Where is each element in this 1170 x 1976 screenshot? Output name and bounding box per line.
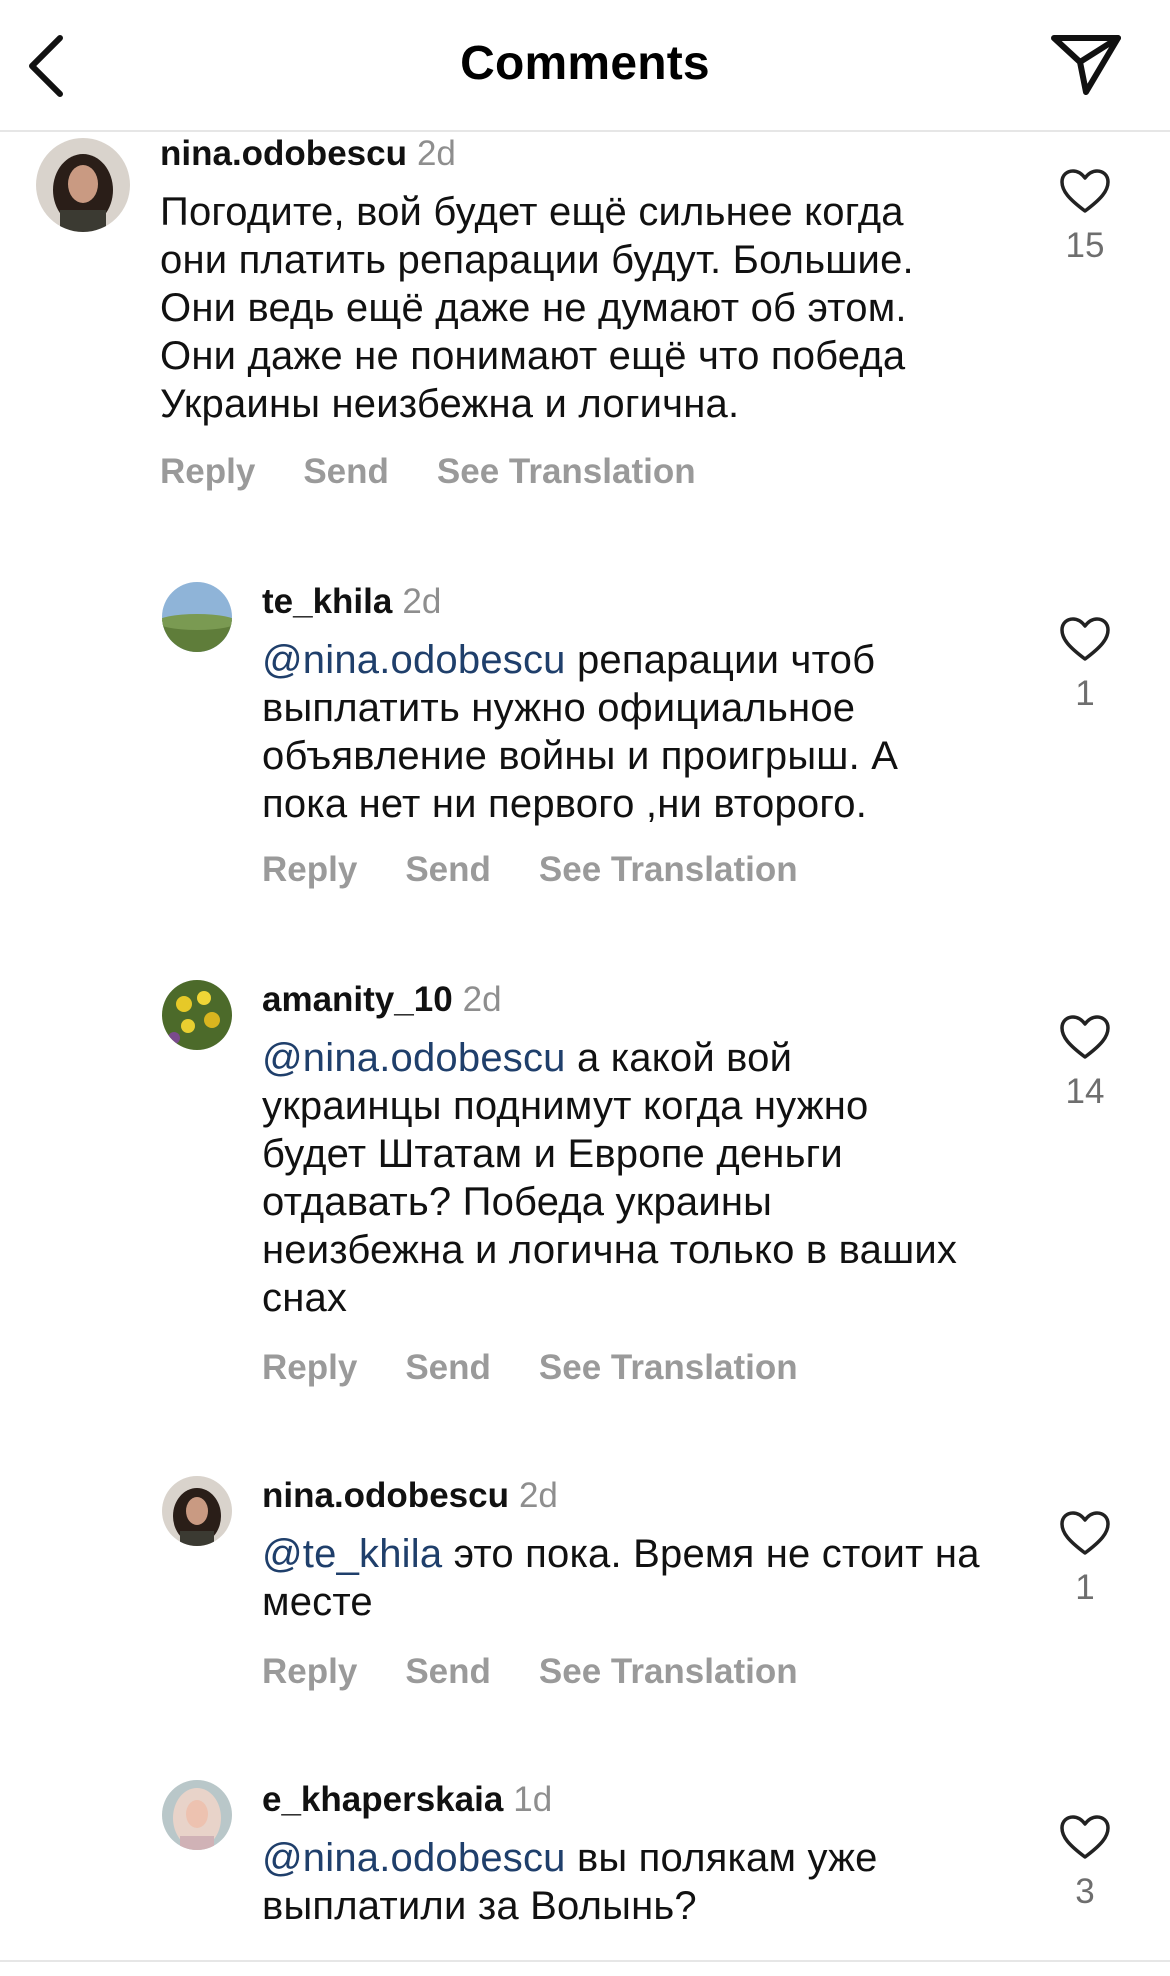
comment-actions: Reply Send See Translation [262, 1652, 798, 1692]
timestamp: 2d [402, 582, 442, 621]
reply-button[interactable]: Reply [262, 1652, 357, 1691]
divider [0, 1960, 1170, 1962]
comment-author-line: nina.odobescu 2d [262, 1476, 558, 1516]
avatar[interactable] [162, 980, 232, 1050]
timestamp: 2d [518, 1476, 558, 1515]
like-control: 15 [1055, 168, 1115, 266]
comment-author-line: e_khaperskaia 1d [262, 1780, 552, 1820]
avatar[interactable] [162, 1780, 232, 1850]
comment-actions: Reply Send See Translation [262, 850, 798, 890]
username[interactable]: te_khila [262, 582, 392, 621]
comment-item: e_khaperskaia 1d @nina.odobescu вы поляка… [0, 1778, 1170, 1958]
comment-text: @te_khila это пока. Время не стоит на ме… [262, 1530, 1002, 1626]
like-control: 14 [1055, 1014, 1115, 1112]
send-button[interactable]: Send [303, 452, 389, 491]
mention-link[interactable]: @te_khila [262, 1532, 442, 1576]
comment-text: @nina.odobescu вы полякам уже выплатили … [262, 1834, 962, 1930]
comment-author-line: nina.odobescu 2d [160, 134, 456, 174]
heart-icon[interactable] [1059, 1510, 1111, 1556]
timestamp: 2d [462, 980, 502, 1019]
comment-text: @nina.odobescu а какой вой украинцы подн… [262, 1034, 962, 1322]
reply-button[interactable]: Reply [160, 452, 255, 491]
see-translation-button[interactable]: See Translation [539, 1348, 798, 1387]
username[interactable]: nina.odobescu [262, 1476, 509, 1515]
avatar[interactable] [36, 138, 130, 232]
reply-button[interactable]: Reply [262, 850, 357, 889]
comment-item: amanity_10 2d @nina.odobescu а какой вой … [0, 978, 1170, 1418]
mention-link[interactable]: @nina.odobescu [262, 1836, 566, 1880]
paper-plane-icon [1051, 35, 1121, 95]
see-translation-button[interactable]: See Translation [437, 452, 696, 491]
comment-actions: Reply Send See Translation [160, 452, 696, 492]
mention-link[interactable]: @nina.odobescu [262, 1036, 566, 1080]
page-title: Comments [460, 37, 710, 90]
like-count: 15 [1065, 226, 1105, 265]
username[interactable]: e_khaperskaia [262, 1780, 503, 1819]
comment-item: nina.odobescu 2d Погодите, вой будет ещё … [0, 132, 1170, 532]
like-control: 1 [1055, 1510, 1115, 1608]
heart-icon[interactable] [1059, 1014, 1111, 1060]
share-button[interactable] [1048, 30, 1124, 98]
comment-text: @nina.odobescu репарации чтоб выплатить … [262, 636, 982, 828]
timestamp: 2d [416, 134, 456, 173]
username[interactable]: amanity_10 [262, 980, 453, 1019]
like-count: 1 [1075, 1568, 1095, 1607]
comment-item: te_khila 2d @nina.odobescu репарации чтоб… [0, 580, 1170, 920]
comment-text: Погодите, вой будет ещё сильнее когда он… [160, 188, 980, 428]
header-bar: Comments [0, 0, 1170, 132]
like-count: 3 [1075, 1872, 1095, 1911]
see-translation-button[interactable]: See Translation [539, 1652, 798, 1691]
reply-button[interactable]: Reply [262, 1348, 357, 1387]
send-button[interactable]: Send [405, 850, 491, 889]
like-count: 1 [1075, 674, 1095, 713]
see-translation-button[interactable]: See Translation [539, 850, 798, 889]
send-button[interactable]: Send [405, 1652, 491, 1691]
heart-icon[interactable] [1059, 616, 1111, 662]
heart-icon[interactable] [1059, 168, 1111, 214]
timestamp: 1d [513, 1780, 553, 1819]
avatar[interactable] [162, 582, 232, 652]
heart-icon[interactable] [1059, 1814, 1111, 1860]
like-control: 1 [1055, 616, 1115, 714]
comment-author-line: te_khila 2d [262, 582, 441, 622]
comment-author-line: amanity_10 2d [262, 980, 502, 1020]
comment-body: Погодите, вой будет ещё сильнее когда он… [160, 190, 914, 426]
send-button[interactable]: Send [405, 1348, 491, 1387]
like-count: 14 [1065, 1072, 1105, 1111]
avatar[interactable] [162, 1476, 232, 1546]
comment-item: nina.odobescu 2d @te_khila это пока. Врем… [0, 1474, 1170, 1724]
comment-actions: Reply Send See Translation [262, 1348, 798, 1388]
like-control: 3 [1055, 1814, 1115, 1912]
mention-link[interactable]: @nina.odobescu [262, 638, 566, 682]
username[interactable]: nina.odobescu [160, 134, 407, 173]
